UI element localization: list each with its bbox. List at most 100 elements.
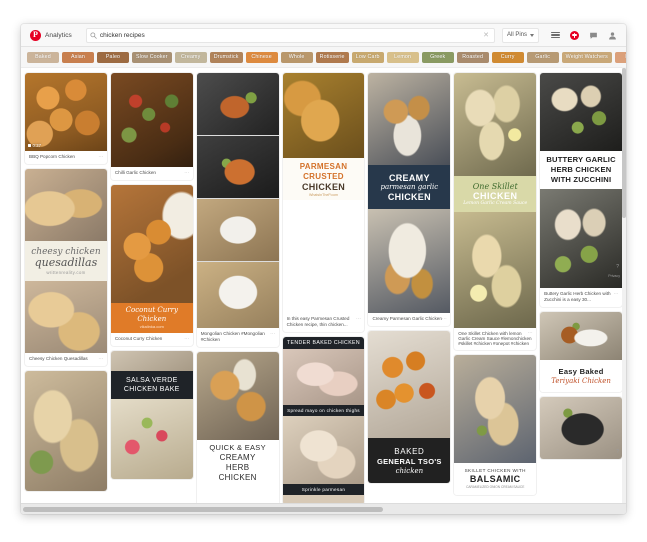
video-duration-badge: 0:37 xyxy=(28,143,41,148)
pin-card[interactable]: cheesy chicken quesadillas writtenrealit… xyxy=(25,169,107,366)
filter-chip[interactable]: Rotisserie xyxy=(315,51,349,63)
pin-card[interactable]: 0:37 BBQ Popcorn Chicken ⋯ xyxy=(25,73,107,164)
pin-caption: Coconut Curry Chicken ⋯ xyxy=(111,333,193,346)
pin-image[interactable]: BUTTERY GARLIC HERB CHICKEN WITH ZUCCHIN… xyxy=(540,73,623,288)
pin-step-title: TENDER BAKED CHICKEN xyxy=(282,337,365,349)
pin-image[interactable]: QUICK & EASY CREAMY HERB CHICKEN xyxy=(196,352,279,507)
pin-card[interactable]: TENDER BAKED CHICKEN Spread mayo on chic… xyxy=(282,337,365,505)
pin-more-icon[interactable]: ⋯ xyxy=(270,331,276,337)
pin-title-overlay: SKILLET CHICKEN WITH BALSAMIC CARAMELIZE… xyxy=(454,463,537,495)
pin-card[interactable]: PARMESAN CRUSTED CHICKEN WhatsInTheP.com… xyxy=(282,73,365,332)
profile-icon[interactable] xyxy=(607,30,617,40)
filter-chip[interactable]: Greek xyxy=(421,51,454,63)
pin-card[interactable]: ? xyxy=(540,397,623,459)
pin-step-caption: Spread mayo on chicken thighs xyxy=(282,405,365,416)
browser-window: Analytics ✕ All Pins xyxy=(21,24,626,514)
screenshot-root: Analytics ✕ All Pins xyxy=(0,0,647,542)
pin-more-icon[interactable]: ⋯ xyxy=(98,356,104,362)
pin-card[interactable]: Chilli Garlic Chicken ⋯ xyxy=(110,73,193,180)
pin-card[interactable] xyxy=(25,371,107,491)
search-bar[interactable]: ✕ xyxy=(85,27,495,43)
filter-chip[interactable]: Garlic xyxy=(526,51,559,63)
filter-chip[interactable]: Low Carb xyxy=(351,51,384,63)
pin-card[interactable]: One Skillet CHICKEN Lemon Garlic Cream S… xyxy=(454,73,537,350)
pin-more-icon[interactable]: ⋯ xyxy=(528,331,534,336)
search-icon xyxy=(87,31,100,39)
pin-image[interactable]: PARMESAN CRUSTED CHICKEN WhatsInTheP.com xyxy=(282,73,365,313)
add-pin-icon[interactable] xyxy=(569,30,579,40)
menu-icon[interactable] xyxy=(550,30,560,40)
pin-image[interactable] xyxy=(196,73,279,328)
pin-image[interactable] xyxy=(110,73,193,167)
filter-chip[interactable]: Paleo xyxy=(97,51,129,63)
pin-image[interactable]: Coconut Curry Chicken vikalinka.com xyxy=(110,185,193,333)
pin-caption-text: Chilli Garlic Chicken xyxy=(114,170,156,175)
help-icon[interactable]: ? xyxy=(616,449,619,455)
pin-caption: One Skillet Chicken with lemon Garlic Cr… xyxy=(454,328,536,350)
filter-chip[interactable]: Keto xyxy=(614,51,626,63)
filter-chip[interactable]: Lemon xyxy=(386,51,419,63)
pin-image[interactable]: cheesy chicken quesadillas writtenrealit… xyxy=(25,169,107,353)
filter-chip[interactable]: Curry xyxy=(491,51,524,63)
pin-title-overlay: QUICK & EASY CREAMY HERB CHICKEN xyxy=(196,440,279,507)
pin-grid: 0:37 BBQ Popcorn Chicken ⋯ cheesy chicke… xyxy=(21,68,626,514)
filter-chip[interactable]: Baked xyxy=(27,51,59,63)
pin-more-icon[interactable]: ⋯ xyxy=(614,291,620,297)
pin-caption: BBQ Popcorn Chicken ⋯ xyxy=(25,151,107,164)
pin-more-icon[interactable]: ⋯ xyxy=(184,336,190,342)
help-icon[interactable]: ? xyxy=(616,264,619,270)
brand-label[interactable]: Analytics xyxy=(45,32,72,39)
pin-image[interactable]: SALSA VERDE CHICKEN BAKE xyxy=(110,351,193,479)
filter-chip[interactable]: Chinese xyxy=(245,51,278,63)
pin-more-icon[interactable]: ⋯ xyxy=(356,316,362,322)
pin-title-overlay: SALSA VERDE CHICKEN BAKE xyxy=(110,371,193,399)
filter-chip[interactable]: Whole xyxy=(280,51,313,63)
horizontal-scrollbar[interactable] xyxy=(21,503,626,514)
pin-image[interactable]: CREAMY parmesan garlic CHICKEN xyxy=(368,73,451,313)
filter-chip[interactable]: Drumstick xyxy=(209,51,243,63)
pin-column: One Skillet CHICKEN Lemon Garlic Cream S… xyxy=(454,73,537,507)
pin-card[interactable]: Easy Baked Teriyaki Chicken xyxy=(540,312,623,392)
pin-caption-text: Coconut Curry Chicken xyxy=(114,336,163,341)
filter-chip[interactable]: Roasted xyxy=(456,51,489,63)
filter-chip[interactable]: Slow Cooker xyxy=(132,51,172,63)
pin-card[interactable]: Mongolian Chicken #Mongolian #Chicken ⋯ xyxy=(196,73,279,347)
pin-image[interactable]: BAKED GENERAL TSO'S chicken xyxy=(368,331,451,483)
pin-card[interactable]: QUICK & EASY CREAMY HERB CHICKEN xyxy=(196,352,279,507)
pin-image[interactable]: Easy Baked Teriyaki Chicken xyxy=(540,312,623,392)
pin-more-icon[interactable]: ⋯ xyxy=(184,170,190,176)
pin-image[interactable]: One Skillet CHICKEN Lemon Garlic Cream S… xyxy=(454,73,537,328)
pin-image[interactable]: SKILLET CHICKEN WITH BALSAMIC CARAMELIZE… xyxy=(454,355,537,495)
pin-column: PARMESAN CRUSTED CHICKEN WhatsInTheP.com… xyxy=(282,73,365,507)
pin-card[interactable]: BAKED GENERAL TSO'S chicken xyxy=(368,331,451,483)
pin-more-icon[interactable]: ⋯ xyxy=(442,316,448,322)
scope-selector[interactable]: All Pins xyxy=(501,27,539,43)
pin-step-caption: Sprinkle parmesan xyxy=(282,484,365,495)
pin-card[interactable]: SKILLET CHICKEN WITH BALSAMIC CARAMELIZE… xyxy=(454,355,537,495)
pin-card[interactable]: SALSA VERDE CHICKEN BAKE xyxy=(110,351,193,479)
filter-chip[interactable]: Creamy xyxy=(174,51,207,63)
pin-card[interactable]: BUTTERY GARLIC HERB CHICKEN WITH ZUCCHIN… xyxy=(540,73,623,307)
search-input[interactable] xyxy=(99,29,484,41)
privacy-label[interactable]: Privacy xyxy=(608,274,620,278)
pin-title-overlay: One Skillet CHICKEN Lemon Garlic Cream S… xyxy=(454,176,537,212)
pin-card[interactable]: Coconut Curry Chicken vikalinka.com Coco… xyxy=(110,185,193,346)
vertical-scrollbar[interactable] xyxy=(622,67,626,514)
pin-image[interactable]: 0:37 xyxy=(25,73,107,151)
pin-column: BUTTERY GARLIC HERB CHICKEN WITH ZUCCHIN… xyxy=(540,73,623,507)
pin-image[interactable]: ? xyxy=(540,397,623,459)
pin-more-icon[interactable]: ⋯ xyxy=(98,154,104,160)
pin-caption-text: Cheesy Chicken Quesadillas xyxy=(29,356,88,361)
pinterest-logo-icon[interactable] xyxy=(30,29,41,41)
pin-image[interactable]: TENDER BAKED CHICKEN Spread mayo on chic… xyxy=(282,337,365,505)
pin-title-overlay: BUTTERY GARLIC HERB CHICKEN WITH ZUCCHIN… xyxy=(540,151,623,189)
filter-chip[interactable]: Asian xyxy=(62,51,94,63)
messages-icon[interactable] xyxy=(588,30,598,40)
pin-column: Chilli Garlic Chicken ⋯ Coconut Curry Ch… xyxy=(110,73,193,507)
clear-search-icon[interactable]: ✕ xyxy=(483,32,494,39)
pin-card[interactable]: CREAMY parmesan garlic CHICKEN Creamy Pa… xyxy=(368,73,451,326)
pin-image[interactable] xyxy=(25,371,107,491)
app-header: Analytics ✕ All Pins xyxy=(21,24,626,47)
pin-caption-text: Mongolian Chicken #Mongolian #Chicken xyxy=(200,331,265,342)
filter-chip[interactable]: Weight Watchers xyxy=(561,51,612,63)
